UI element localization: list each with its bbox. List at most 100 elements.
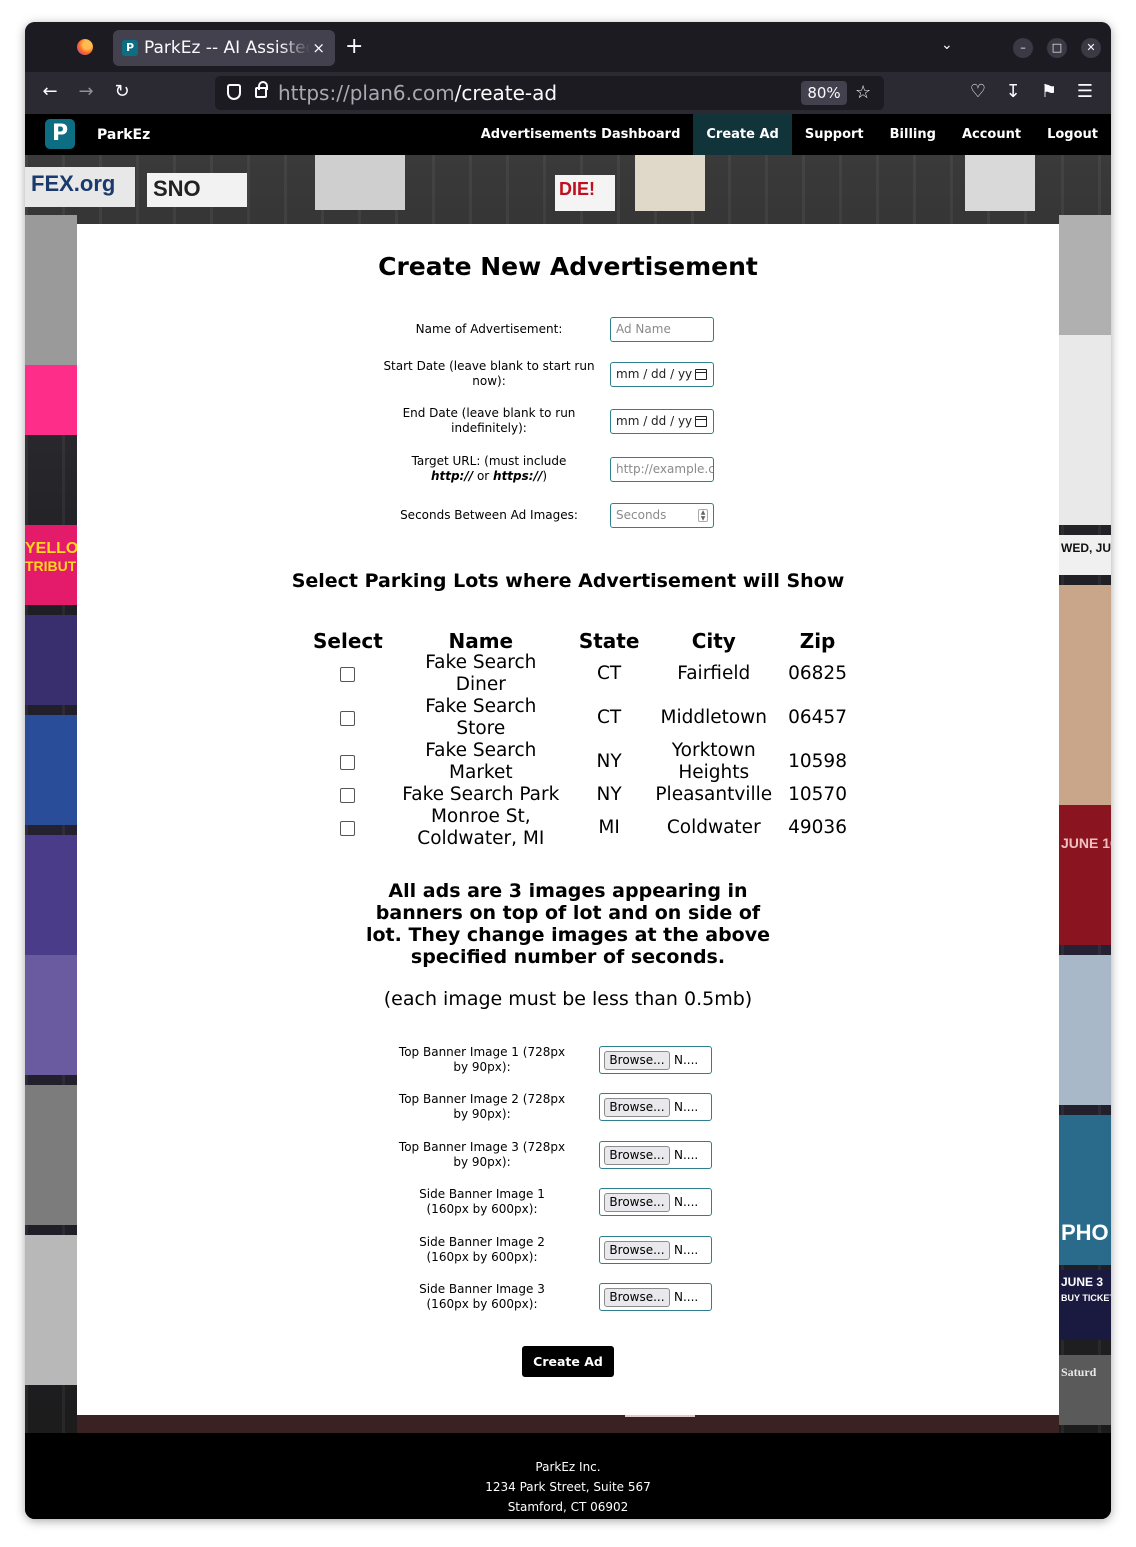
- start-date-value: mm / dd / yy: [616, 367, 693, 381]
- lot-select-checkbox[interactable]: [340, 754, 356, 770]
- nav-link-billing[interactable]: Billing: [877, 114, 949, 155]
- zoom-level-badge[interactable]: 80%: [801, 81, 847, 105]
- list-all-tabs-icon[interactable]: ⌄: [941, 37, 953, 53]
- background-poster-text: Saturd: [1061, 1365, 1097, 1379]
- browse-button[interactable]: Browse...: [604, 1051, 670, 1070]
- reload-icon[interactable]: ↻: [111, 81, 133, 103]
- lot-city: Pleasantville: [655, 784, 773, 805]
- upload-row: Side Banner Image 3 (160px by 600px): Br…: [397, 1281, 717, 1313]
- parkez-logo-icon[interactable]: P: [45, 119, 75, 149]
- browser-window: P ParkEz -- AI Assistec × + ⌄ – □ ✕ ← → …: [25, 22, 1111, 1519]
- no-file-text: N....: [674, 1243, 699, 1257]
- end-date-label: End Date (leave blank to run indefinitel…: [402, 406, 576, 435]
- url-text[interactable]: https://plan6.com/create-ad: [278, 81, 557, 105]
- top-banner-1-file-input[interactable]: Browse... N....: [599, 1046, 712, 1074]
- browse-button[interactable]: Browse...: [604, 1288, 670, 1307]
- start-date-input[interactable]: mm / dd / yy: [610, 362, 714, 387]
- pocket-icon[interactable]: ♡: [967, 81, 989, 103]
- lot-select-checkbox[interactable]: [340, 787, 356, 803]
- background-poster: [25, 835, 77, 955]
- browse-button[interactable]: Browse...: [604, 1098, 670, 1117]
- forward-arrow-icon[interactable]: →: [75, 81, 97, 103]
- background-poster: [25, 215, 77, 365]
- nav-link-account[interactable]: Account: [949, 114, 1034, 155]
- no-file-text: N....: [674, 1053, 699, 1067]
- browse-button[interactable]: Browse...: [604, 1241, 670, 1260]
- background-poster-text: BUY TICKETS: [1061, 1293, 1111, 1303]
- parkez-favicon-icon: P: [122, 40, 138, 56]
- app-menu-icon[interactable]: ☰: [1074, 81, 1096, 103]
- extensions-icon[interactable]: ⚑: [1038, 81, 1060, 103]
- calendar-icon[interactable]: [695, 416, 707, 427]
- target-url-label-prefix: Target URL: (must include: [411, 454, 567, 468]
- top-banner-3-file-input[interactable]: Browse... N....: [599, 1141, 712, 1169]
- no-file-text: N....: [674, 1195, 699, 1209]
- target-url-label-suffix: ): [542, 469, 548, 483]
- create-ad-button[interactable]: Create Ad: [522, 1346, 614, 1377]
- bookmark-star-icon[interactable]: ☆: [855, 81, 871, 105]
- lot-state: MI: [598, 817, 620, 838]
- page-viewport: P ParkEz Advertisements Dashboard Create…: [25, 114, 1111, 1519]
- seconds-input[interactable]: Seconds ▲ ▼: [610, 503, 714, 528]
- lot-select-checkbox[interactable]: [340, 820, 356, 836]
- end-date-value: mm / dd / yy: [616, 414, 693, 428]
- background-poster-text: SNO: [153, 176, 201, 201]
- firefox-logo-icon: [77, 39, 93, 55]
- top-banner-2-file-input[interactable]: Browse... N....: [599, 1093, 712, 1121]
- url-bar[interactable]: https://plan6.com/create-ad 80% ☆: [215, 76, 884, 110]
- side-banner-2-file-input[interactable]: Browse... N....: [599, 1236, 712, 1264]
- back-arrow-icon[interactable]: ←: [39, 81, 61, 103]
- background-poster-text: TRIBUT: [25, 558, 77, 574]
- lot-city: Yorktown Heights: [671, 740, 756, 783]
- background-poster: [965, 155, 1035, 211]
- minimize-window-icon[interactable]: –: [1013, 38, 1033, 58]
- nav-link-advertisements-dashboard[interactable]: Advertisements Dashboard: [468, 114, 694, 155]
- lot-name: Fake Search Park: [402, 784, 560, 805]
- lot-select-checkbox[interactable]: [340, 710, 356, 726]
- column-header-name: Name: [448, 629, 514, 653]
- upload-row: Top Banner Image 2 (728px by 90px): Brow…: [397, 1091, 717, 1123]
- number-spinner-icon[interactable]: ▲ ▼: [698, 509, 708, 522]
- end-date-row: End Date (leave blank to run indefinitel…: [377, 405, 757, 437]
- target-url-input[interactable]: http://example.c: [610, 457, 714, 482]
- side-banner-3-file-input[interactable]: Browse... N....: [599, 1283, 712, 1311]
- downloads-icon[interactable]: ↧: [1002, 81, 1024, 103]
- background-poster: [1059, 805, 1111, 945]
- background-poster: [25, 365, 77, 435]
- background-poster: [1059, 955, 1111, 1105]
- ad-name-row: Name of Advertisement: Ad Name: [377, 313, 757, 345]
- ad-name-input[interactable]: Ad Name: [610, 317, 714, 342]
- side-banner-2-label: Side Banner Image 2 (160px by 600px):: [419, 1235, 545, 1264]
- browse-button[interactable]: Browse...: [604, 1193, 670, 1212]
- calendar-icon[interactable]: [695, 369, 707, 380]
- tab-close-icon[interactable]: ×: [312, 38, 325, 58]
- browser-tab[interactable]: P ParkEz -- AI Assistec ×: [113, 30, 335, 66]
- browse-button[interactable]: Browse...: [604, 1146, 670, 1165]
- background-poster: [635, 155, 705, 211]
- lot-select-checkbox[interactable]: [340, 666, 356, 682]
- end-date-input[interactable]: mm / dd / yy: [610, 409, 714, 434]
- no-file-text: N....: [674, 1148, 699, 1162]
- top-banner-2-label: Top Banner Image 2 (728px by 90px):: [398, 1092, 566, 1121]
- maximize-window-icon[interactable]: □: [1047, 38, 1067, 58]
- brand-name[interactable]: ParkEz: [97, 126, 150, 144]
- tracking-shield-icon[interactable]: [227, 84, 241, 100]
- new-tab-button[interactable]: +: [345, 35, 363, 59]
- background-poster: [25, 615, 77, 705]
- lot-name: Monroe St, Coldwater, MI: [417, 806, 545, 849]
- background-poster-text: WED, JUN: [1061, 541, 1111, 555]
- upload-row: Side Banner Image 2 (160px by 600px): Br…: [397, 1234, 717, 1266]
- footer-street: 1234 Park Street, Suite 567: [485, 1480, 651, 1494]
- no-file-text: N....: [674, 1290, 699, 1304]
- column-header-city: City: [691, 629, 736, 653]
- nav-link-logout[interactable]: Logout: [1034, 114, 1111, 155]
- background-poster: [1059, 215, 1111, 335]
- lot-city: Fairfield: [677, 663, 751, 684]
- nav-links: Advertisements Dashboard Create Ad Suppo…: [468, 114, 1111, 155]
- nav-link-support[interactable]: Support: [792, 114, 877, 155]
- side-banner-1-file-input[interactable]: Browse... N....: [599, 1188, 712, 1216]
- close-window-icon[interactable]: ✕: [1081, 38, 1101, 58]
- create-ad-form-card: Create New Advertisement Name of Adverti…: [77, 224, 1059, 1415]
- nav-link-create-ad[interactable]: Create Ad: [693, 114, 792, 155]
- lock-icon[interactable]: [255, 81, 268, 98]
